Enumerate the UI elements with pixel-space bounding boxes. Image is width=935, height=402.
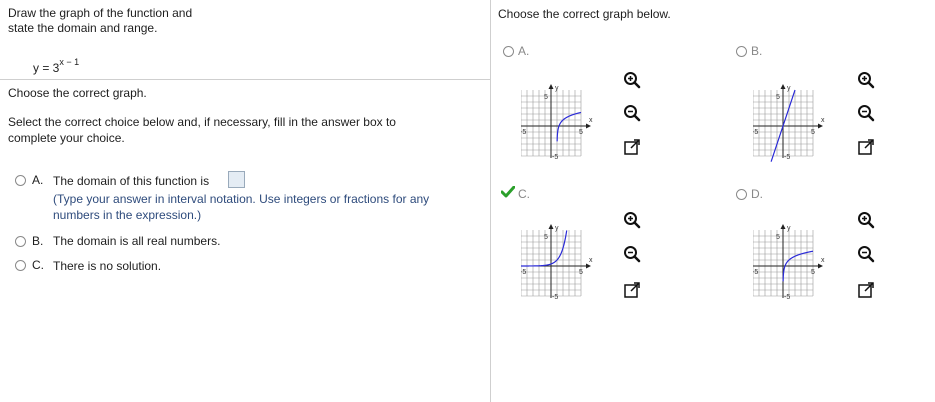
- graph-option-c[interactable]: x y -5 5 5 -5: [519, 211, 617, 306]
- zoom-out-icon[interactable]: [623, 245, 641, 263]
- x-axis-arrow: [818, 263, 823, 269]
- choice-a-hint-line-1: (Type your answer in interval notation. …: [53, 192, 430, 206]
- graph-option-b-radio[interactable]: [736, 46, 747, 57]
- y-axis-arrow: [548, 84, 554, 89]
- y-axis-label: y: [555, 225, 559, 232]
- graph-option-b-letter: B.: [751, 44, 763, 58]
- tick-label-pos-y: 5: [544, 234, 548, 241]
- zoom-out-icon[interactable]: [857, 104, 875, 122]
- zoom-in-icon[interactable]: [623, 211, 641, 229]
- graph-prompt: Choose the correct graph below.: [498, 7, 671, 21]
- y-axis-label: y: [787, 85, 791, 92]
- tick-label-pos-y: 5: [776, 234, 780, 241]
- question-pane: Draw the graph of the function and state…: [0, 0, 490, 402]
- equation: y = 3x − 1: [33, 57, 79, 76]
- tick-label-pos-x: 5: [579, 129, 583, 136]
- section-divider: [0, 79, 490, 80]
- zoom-out-icon[interactable]: [857, 245, 875, 263]
- tick-label-pos-x: 5: [811, 269, 815, 276]
- tick-label-neg-x: -5: [753, 269, 758, 276]
- y-axis-arrow: [780, 84, 786, 89]
- instruction-line-2: state the domain and range.: [8, 21, 158, 35]
- y-axis-label: y: [555, 85, 559, 92]
- expand-icon[interactable]: [857, 281, 875, 299]
- choice-c-letter: C.: [32, 258, 44, 272]
- tick-label-neg-y: -5: [552, 154, 558, 161]
- choice-a-text: The domain of this function is: [53, 174, 210, 188]
- choice-c-text: There is no solution.: [53, 259, 162, 273]
- domain-answer-input[interactable]: [228, 171, 245, 188]
- equation-base: y = 3: [33, 61, 60, 75]
- zoom-in-icon[interactable]: [623, 71, 641, 89]
- tick-label-pos-x: 5: [579, 269, 583, 276]
- tick-label-pos-y: 5: [544, 94, 548, 101]
- y-axis-arrow: [548, 224, 554, 229]
- x-axis-arrow: [586, 263, 591, 269]
- graph-option-b[interactable]: x y -5 5 5 -5: [751, 71, 849, 166]
- expand-icon[interactable]: [623, 138, 641, 156]
- x-axis-label: x: [589, 117, 593, 124]
- x-axis-label: x: [589, 257, 593, 264]
- tick-label-pos-y: 5: [776, 94, 780, 101]
- graph-option-d-radio[interactable]: [736, 189, 747, 200]
- choice-b-text: The domain is all real numbers.: [53, 234, 221, 248]
- x-axis-label: x: [821, 117, 825, 124]
- tick-label-neg-y: -5: [552, 294, 558, 301]
- tick-label-neg-y: -5: [784, 154, 790, 161]
- graph-option-d[interactable]: x y -5 5 5 -5: [751, 211, 849, 306]
- choice-c-radio[interactable]: [15, 260, 26, 271]
- tick-label-neg-x: -5: [753, 129, 758, 136]
- graph-canvas: x y -5 5 5 -5: [519, 84, 593, 161]
- y-axis-arrow: [780, 224, 786, 229]
- graph-option-a[interactable]: x y -5 5 5 -5: [519, 71, 617, 166]
- check-icon: [501, 186, 515, 198]
- part-title: Choose the correct graph.: [8, 86, 147, 100]
- x-axis-arrow: [818, 123, 823, 129]
- x-axis-label: x: [821, 257, 825, 264]
- y-axis-label: y: [787, 225, 791, 232]
- graph-option-d-letter: D.: [751, 187, 763, 201]
- instruction-line-1: Draw the graph of the function and: [8, 6, 193, 20]
- graph-option-a-radio[interactable]: [503, 46, 514, 57]
- graph-choices-pane: Choose the correct graph below. A. x y -5 5…: [491, 0, 935, 402]
- x-axis-arrow: [586, 123, 591, 129]
- graph-option-a-letter: A.: [518, 44, 530, 58]
- tick-label-neg-x: -5: [521, 269, 526, 276]
- zoom-out-icon[interactable]: [623, 104, 641, 122]
- zoom-in-icon[interactable]: [857, 71, 875, 89]
- tick-label-neg-y: -5: [784, 294, 790, 301]
- graph-canvas: x y -5 5 5 -5: [751, 84, 825, 162]
- choice-a-hint-line-2: numbers in the expression.): [53, 208, 202, 222]
- expand-icon[interactable]: [857, 138, 875, 156]
- tick-label-pos-x: 5: [811, 129, 815, 136]
- tick-label-neg-x: -5: [521, 129, 526, 136]
- graph-canvas: x y -5 5 5 -5: [751, 224, 825, 301]
- choice-b-radio[interactable]: [15, 236, 26, 247]
- choice-a-radio[interactable]: [15, 175, 26, 186]
- zoom-in-icon[interactable]: [857, 211, 875, 229]
- graph-canvas: x y -5 5 5 -5: [519, 224, 593, 301]
- graph-option-c-letter: C.: [518, 187, 530, 201]
- equation-exponent: x − 1: [59, 57, 80, 67]
- choice-b-letter: B.: [32, 234, 44, 248]
- select-instruction-line-1: Select the correct choice below and, if …: [8, 115, 396, 129]
- select-instruction-line-2: complete your choice.: [8, 131, 125, 145]
- choice-a-letter: A.: [32, 173, 44, 187]
- expand-icon[interactable]: [623, 281, 641, 299]
